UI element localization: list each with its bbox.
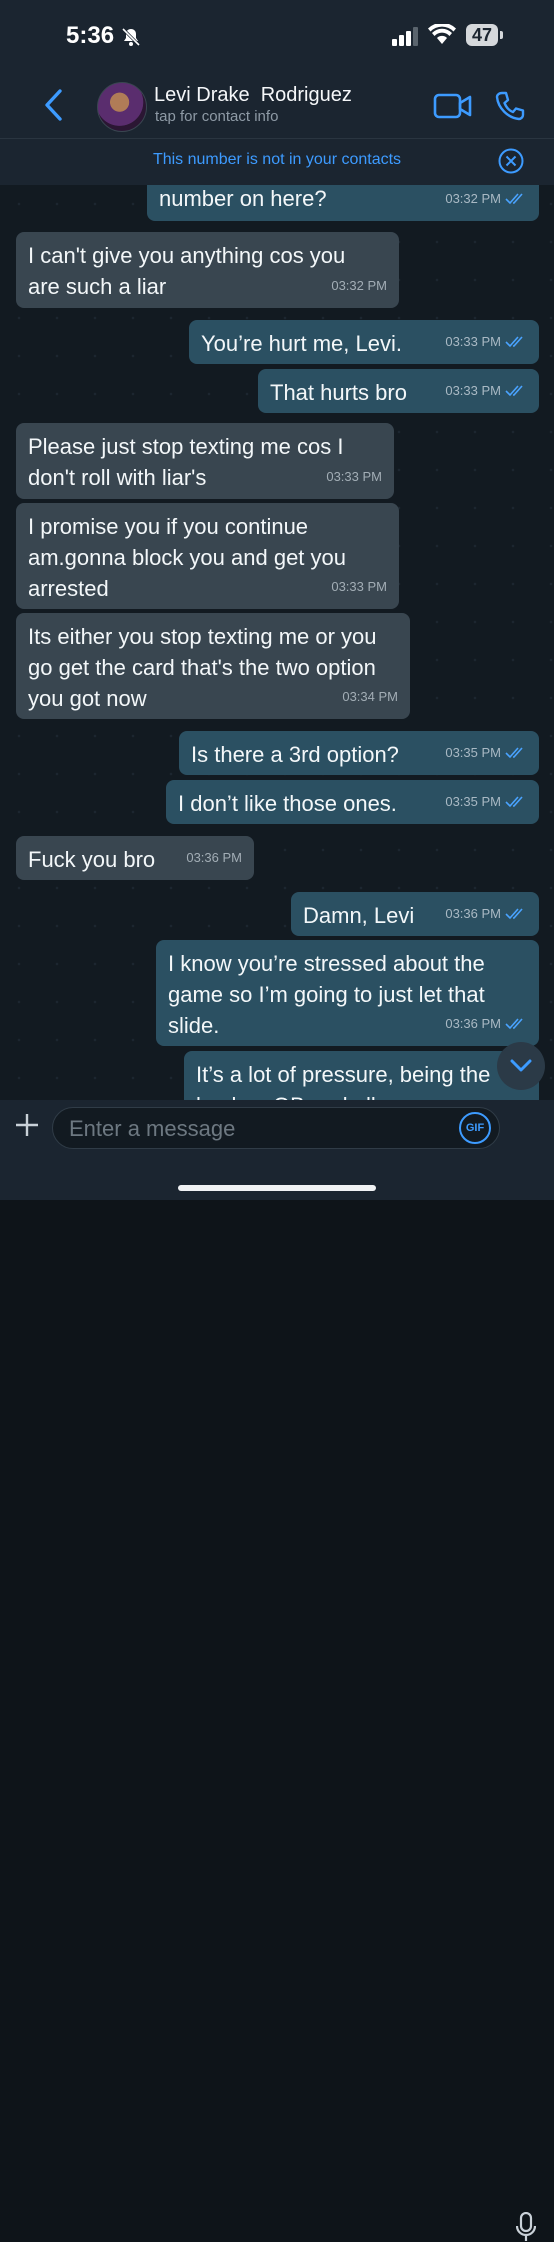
cellular-signal-icon	[392, 27, 418, 46]
add-attachment-icon[interactable]	[14, 1112, 40, 1138]
battery-tip	[500, 31, 503, 39]
read-receipt-icon	[505, 192, 523, 204]
message-bubble-incoming[interactable]: I can't give you anything cos you are su…	[16, 232, 399, 308]
message-bubble-incoming[interactable]: I promise you if you continue am.gonna b…	[16, 503, 399, 609]
contact-name[interactable]: Levi Drake Rodriguez	[154, 84, 352, 107]
message-bubble-outgoing[interactable]: I know you’re stressed about the game so…	[156, 940, 539, 1046]
message-time: 03:33 PM	[331, 579, 387, 594]
message-bubble-outgoing[interactable]: I don’t like those ones. 03:35 PM	[166, 780, 539, 824]
banner-text[interactable]: This number is not in your contacts	[0, 151, 554, 169]
status-time: 5:36	[66, 22, 115, 49]
status-bar: 5:36 47	[0, 0, 554, 72]
message-text: It’s a lot of pressure, being the backup…	[196, 1062, 491, 1100]
wifi-icon	[428, 24, 456, 44]
video-call-icon[interactable]	[433, 92, 473, 120]
avatar[interactable]	[97, 82, 147, 132]
message-time: 03:35 PM	[445, 794, 501, 809]
battery-indicator: 47	[466, 24, 498, 46]
message-bubble-outgoing[interactable]: Damn, Levi 03:36 PM	[291, 892, 539, 936]
close-icon[interactable]	[498, 148, 524, 174]
message-time: 03:33 PM	[445, 383, 501, 398]
message-list[interactable]: number on here? 03:32 PM I can't give yo…	[0, 185, 554, 1100]
message-time: 03:36 PM	[445, 1016, 501, 1031]
message-bubble-incoming[interactable]: Its either you stop texting me or you go…	[16, 613, 410, 719]
read-receipt-icon	[505, 907, 523, 919]
read-receipt-icon	[505, 795, 523, 807]
message-time: 03:35 PM	[445, 745, 501, 760]
microphone-icon[interactable]	[516, 2212, 536, 2242]
message-text: I promise you if you continue am.gonna b…	[28, 514, 347, 601]
message-input-container	[52, 1107, 500, 1149]
message-bubble-outgoing[interactable]: That hurts bro 03:33 PM	[258, 369, 539, 413]
message-bubble-outgoing[interactable]: It’s a lot of pressure, being the backup…	[184, 1051, 539, 1100]
bell-muted-icon	[121, 27, 141, 47]
message-time: 03:33 PM	[445, 334, 501, 349]
read-receipt-icon	[505, 335, 523, 347]
contact-info-hint[interactable]: tap for contact info	[155, 108, 278, 125]
message-time: 03:36 PM	[186, 850, 242, 865]
read-receipt-icon	[505, 384, 523, 396]
back-arrow-icon[interactable]	[42, 88, 66, 122]
gif-button[interactable]: GIF	[459, 1112, 491, 1144]
scroll-to-bottom-button[interactable]	[497, 1042, 545, 1090]
message-bubble-outgoing[interactable]: Is there a 3rd option? 03:35 PM	[179, 731, 539, 775]
read-receipt-icon	[505, 1017, 523, 1029]
message-bubble-outgoing[interactable]: You’re hurt me, Levi. 03:33 PM	[189, 320, 539, 364]
home-indicator[interactable]	[178, 1185, 376, 1191]
message-text: Its either you stop texting me or you go…	[28, 624, 377, 711]
message-bubble-outgoing[interactable]: number on here? 03:32 PM	[147, 185, 539, 221]
read-receipt-icon	[505, 746, 523, 758]
message-input[interactable]	[67, 1115, 451, 1143]
message-time: 03:36 PM	[445, 906, 501, 921]
message-bubble-incoming[interactable]: Please just stop texting me cos I don't …	[16, 423, 394, 499]
unknown-contact-banner: This number is not in your contacts	[0, 138, 554, 185]
message-time: 03:33 PM	[326, 469, 382, 484]
chevron-down-icon	[510, 1059, 532, 1072]
message-text: I can't give you anything cos you are su…	[28, 243, 346, 299]
phone-call-icon[interactable]	[494, 90, 526, 122]
message-time: 03:32 PM	[445, 191, 501, 206]
message-text: Please just stop texting me cos I don't …	[28, 434, 344, 490]
chat-header: Levi Drake Rodriguez tap for contact inf…	[0, 72, 554, 138]
message-bubble-incoming[interactable]: Fuck you bro 03:36 PM	[16, 836, 254, 880]
message-time: 03:34 PM	[342, 689, 398, 704]
message-time: 03:32 PM	[331, 278, 387, 293]
